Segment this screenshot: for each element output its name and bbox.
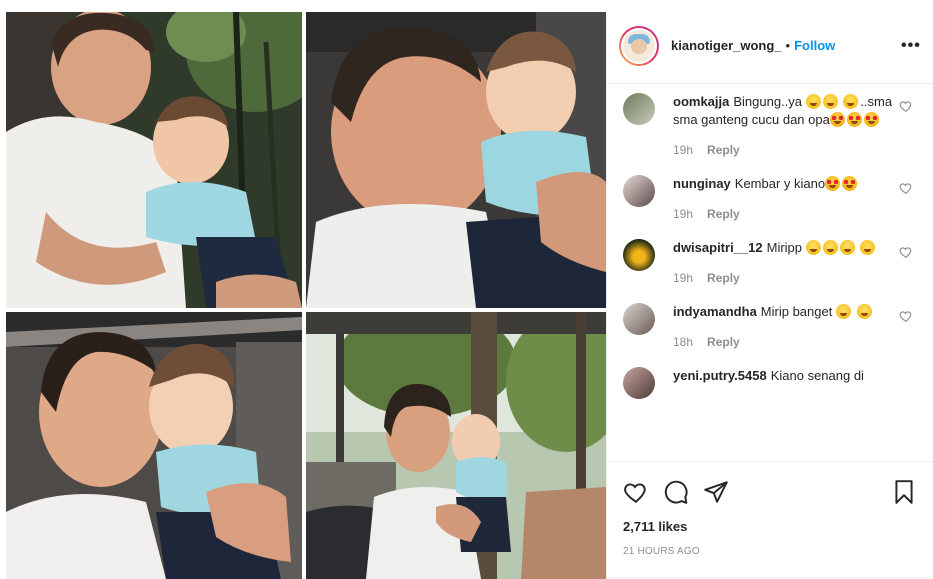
follow-button[interactable]: Follow (794, 38, 835, 53)
comments-list[interactable]: oomkajja Bingung..ya ..sma sma ganteng cu… (607, 85, 933, 461)
action-bar: 2,711 likes 21 HOURS AGO (607, 461, 933, 579)
comment-avatar[interactable] (623, 367, 655, 399)
star-struck-emoji-icon (842, 176, 858, 191)
comment-item: oomkajja Bingung..ya ..sma sma ganteng cu… (623, 93, 917, 159)
star-struck-emoji-icon (846, 112, 862, 127)
grin-emoji-icon (839, 240, 855, 255)
comment-text: Miripp (766, 240, 803, 255)
smile-emoji-icon (805, 94, 821, 109)
bookmark-icon[interactable] (891, 479, 917, 505)
comment-avatar[interactable] (623, 303, 655, 335)
star-struck-emoji-icon (825, 176, 841, 191)
photo-tile-bottom-right (306, 312, 606, 579)
comment-avatar[interactable] (623, 239, 655, 271)
comment-username[interactable]: dwisapitri__12 (673, 240, 763, 255)
grin-emoji-icon (856, 304, 872, 319)
post-image[interactable] (0, 8, 606, 579)
photo-tile-top-right (306, 12, 606, 308)
comment-avatar[interactable] (623, 175, 655, 207)
heart-icon[interactable] (623, 479, 649, 505)
comment-like-heart-icon[interactable] (899, 181, 913, 195)
likes-count[interactable]: 2,711 likes (623, 519, 917, 534)
smile-emoji-icon (843, 94, 859, 109)
comment-item: dwisapitri__12 Miripp 19h Reply (623, 239, 917, 287)
grin-emoji-icon (805, 240, 821, 255)
comment-username[interactable]: yeni.putry.5458 (673, 368, 767, 383)
action-icons (623, 472, 917, 512)
comment-time: 19h (673, 143, 694, 157)
more-options-icon[interactable]: ••• (901, 37, 920, 55)
owner-username[interactable]: kianotiger_wong_ (671, 38, 782, 53)
comment-time: 18h (673, 335, 694, 349)
share-icon[interactable] (703, 479, 729, 505)
reply-button[interactable]: Reply (707, 335, 740, 349)
smile-emoji-icon (860, 240, 876, 255)
comment-item: nunginay Kembar y kiano 19h Reply (623, 175, 917, 223)
comment-text: Bingung..ya (733, 94, 803, 109)
comment-like-heart-icon[interactable] (899, 245, 913, 259)
comment-like-heart-icon[interactable] (899, 99, 913, 113)
header-separator: • (785, 38, 791, 53)
comment-item: indyamandha Mirip banget 18h Reply (623, 303, 917, 351)
reply-button[interactable]: Reply (707, 271, 740, 285)
post-header: kianotiger_wong_ • Follow ••• (607, 8, 933, 84)
comment-username[interactable]: indyamandha (673, 304, 757, 319)
comment-text: Kembar y kiano (734, 176, 826, 191)
photo-tile-top-left (6, 12, 302, 308)
comment-avatar[interactable] (623, 93, 655, 125)
reply-button[interactable]: Reply (707, 207, 740, 221)
comment-item: yeni.putry.5458 Kiano senang di (623, 367, 917, 399)
owner-avatar[interactable] (619, 25, 659, 66)
smile-emoji-icon (822, 94, 838, 109)
comment-time: 19h (673, 207, 694, 221)
comment-text: Mirip banget (760, 304, 833, 319)
comment-like-heart-icon[interactable] (899, 309, 913, 323)
post-sidebar: kianotiger_wong_ • Follow ••• oomkajja Bi… (606, 8, 933, 579)
comment-text: Kiano senang di (770, 368, 864, 383)
star-struck-emoji-icon (863, 112, 879, 127)
comment-time: 19h (673, 271, 694, 285)
comment-meta: 19h Reply (673, 205, 895, 223)
grin-emoji-icon (835, 304, 851, 319)
star-struck-emoji-icon (829, 112, 845, 127)
reply-button[interactable]: Reply (707, 143, 740, 157)
comment-meta: 19h Reply (673, 141, 895, 159)
post-timestamp: 21 HOURS AGO (623, 546, 700, 557)
comment-username[interactable]: nunginay (673, 176, 731, 191)
grin-emoji-icon (822, 240, 838, 255)
comment-icon[interactable] (663, 479, 689, 505)
photo-tile-bottom-left (6, 312, 302, 579)
comment-meta: 18h Reply (673, 333, 895, 351)
comment-username[interactable]: oomkajja (673, 94, 729, 109)
comment-meta: 19h Reply (673, 269, 895, 287)
